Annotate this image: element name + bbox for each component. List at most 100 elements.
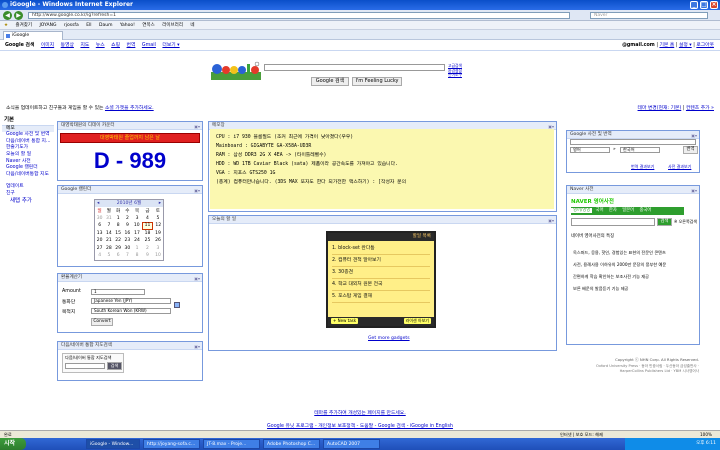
day-cell[interactable]: 3 — [132, 215, 142, 223]
day-cell[interactable]: 9 — [123, 222, 132, 230]
day-cell[interactable]: 2 — [123, 215, 132, 223]
to-currency-select[interactable]: South Korean Won (KRW) — [91, 308, 171, 314]
day-cell[interactable]: 29 — [114, 245, 123, 253]
day-cell[interactable]: 16 — [123, 230, 132, 238]
feeling-lucky-button[interactable]: I'm Feeling Lucky — [352, 77, 402, 86]
currency-title[interactable]: 환율계산기 — [61, 275, 82, 280]
map-search-input[interactable] — [65, 363, 105, 369]
back-icon[interactable]: ◀ — [3, 11, 12, 20]
tab-igoogle[interactable]: iGoogle — [3, 31, 63, 40]
close-button[interactable]: × — [710, 1, 718, 9]
convert-button[interactable]: Convert — [91, 318, 113, 326]
day-cell[interactable]: 8 — [132, 252, 142, 260]
new-tab-link[interactable]: 새탭 추가 — [2, 198, 54, 205]
day-cell[interactable]: 2 — [142, 245, 153, 253]
taskbar-item[interactable]: JT-8.max - Proje... — [203, 439, 260, 449]
map-search-title[interactable]: 다음/네이버 통합 지도검색 — [61, 343, 112, 348]
logout-link[interactable]: 로그아웃 — [696, 43, 714, 48]
footer-links[interactable]: Google 유닛 프로그램 - 개인정보 보호정책 - 도움말 - Googl… — [0, 422, 720, 429]
amount-input[interactable]: 1 — [91, 289, 145, 295]
fav-link[interactable]: Ell — [86, 23, 91, 28]
todo-item[interactable]: 4. 학교 대외처 원본 전국 — [332, 279, 430, 291]
naver-search-input[interactable] — [571, 218, 655, 226]
sidebar-item[interactable]: 업데이트 — [2, 184, 54, 191]
day-cell[interactable]: 10 — [132, 222, 142, 230]
theme-promo-link[interactable]: 테마를 추가하여 개성있는 페이지를 만드세요. — [0, 409, 720, 416]
day-cell[interactable]: 18 — [142, 230, 153, 238]
gadget-menu-icon[interactable]: ▣▾ — [194, 123, 200, 131]
news-item[interactable]: 보른 배운의 발음듣기 기능 제공 — [573, 283, 697, 295]
todo-item[interactable]: 5. 포스탑 게임 결재 — [332, 291, 430, 303]
day-cell[interactable]: 4 — [142, 215, 153, 223]
day-cell[interactable]: 25 — [142, 237, 153, 245]
taskbar-item[interactable]: Adobe Photoshop C... — [263, 439, 320, 449]
day-cell[interactable]: 12 — [153, 222, 163, 230]
home-link[interactable]: 기본 홈 — [659, 43, 674, 48]
day-cell[interactable]: 5 — [104, 252, 113, 260]
day-cell[interactable]: 3 — [153, 245, 163, 253]
fav-link[interactable]: Daum — [99, 23, 112, 28]
google-logo-doodle[interactable] — [211, 60, 261, 80]
sidebar-item[interactable]: 한줄기도가 — [2, 145, 54, 152]
day-cell[interactable]: 17 — [132, 230, 142, 238]
day-cell[interactable]: 1 — [114, 215, 123, 223]
dict-from-select[interactable]: 영어 — [570, 147, 610, 153]
day-cell[interactable]: 6 — [95, 222, 104, 230]
memo-body[interactable]: CPU : i7 930 블룸필드 (조커 최근에 가격이 낮아졌다(우우) M… — [210, 129, 554, 209]
add-content-link[interactable]: 컨텐츠 추가 » — [686, 106, 714, 111]
memo-title[interactable]: 메모장 — [212, 123, 225, 128]
day-cell[interactable]: 19 — [153, 230, 163, 238]
map-search-button[interactable]: 검색 — [107, 362, 122, 370]
day-cell[interactable]: 21 — [104, 237, 113, 245]
naver-title[interactable]: Naver 사전 — [570, 187, 594, 192]
clock[interactable]: 오후 6:11 — [696, 438, 716, 450]
address-bar[interactable]: http://www.google.co.kr/ig?refresh=1 — [28, 12, 570, 19]
prev-month-icon[interactable]: ◂ — [95, 200, 99, 207]
gbar-link[interactable]: 지도 — [80, 43, 89, 48]
day-cell[interactable]: 5 — [153, 215, 163, 223]
day-cell[interactable]: 28 — [104, 245, 113, 253]
naver-tab[interactable]: 국어 — [594, 208, 606, 213]
gadget-menu-icon[interactable]: ▣▾ — [194, 343, 200, 351]
gbar-link[interactable]: 동영상 — [61, 43, 74, 48]
get-more-gadgets-link[interactable]: Get more gadgets — [368, 336, 410, 341]
fav-link[interactable]: JOYANG — [39, 23, 56, 28]
google-search-button[interactable]: Google 검색 — [311, 77, 349, 86]
naver-tab[interactable]: 중국어 — [637, 208, 653, 213]
dictionary-results-link[interactable]: 사전 결과보기 — [668, 164, 691, 170]
dict-input[interactable] — [570, 139, 696, 145]
change-theme-link[interactable]: 테마 변경(현재: 기본) — [638, 106, 682, 111]
fav-link[interactable]: Yahoo! — [120, 23, 135, 28]
naver-search-button[interactable]: 검색 — [657, 218, 672, 226]
fav-link[interactable]: 라이브러리 — [162, 23, 183, 28]
minimize-button[interactable]: _ — [690, 1, 698, 9]
next-month-icon[interactable]: ▸ — [159, 200, 163, 207]
fav-link[interactable]: rjossfa — [64, 23, 79, 28]
day-cell[interactable]: 30 — [123, 245, 132, 253]
news-item[interactable]: 사전, 용례사용 이하유의 2000만 문장의 풍부한 예문 — [573, 259, 697, 271]
browser-search-input[interactable]: Naver — [590, 12, 708, 19]
todo-gadget-title[interactable]: 오늘의 할 일 — [212, 217, 236, 222]
day-cell[interactable]: 27 — [95, 245, 104, 253]
gadget-menu-icon[interactable]: ▣▾ — [194, 187, 200, 195]
maximize-button[interactable]: □ — [700, 1, 708, 9]
day-cell[interactable]: 10 — [153, 252, 163, 260]
google-search-input[interactable] — [264, 64, 445, 71]
sidebar-item[interactable]: Google 사전 및 번역 — [2, 132, 54, 139]
language-tools-link[interactable]: 언어도구 — [448, 72, 462, 78]
news-item[interactable]: 옥스퍼드, 응용, 핫인, 경험있는 표현의 전문인 콘텐츠 — [573, 247, 697, 259]
taskbar-item[interactable]: http://joyang-sofa.c... — [143, 439, 200, 449]
forward-icon[interactable]: ▶ — [14, 11, 23, 20]
dict-to-select[interactable]: 한국어 — [620, 147, 660, 153]
gbar-link[interactable]: 더보기 ▾ — [162, 43, 179, 48]
gadget-menu-icon[interactable]: ▣▾ — [548, 217, 554, 225]
naver-tab[interactable]: 일본어 — [620, 208, 636, 213]
day-cell[interactable]: 31 — [104, 215, 113, 223]
gbar-link[interactable]: 이미지 — [41, 43, 54, 48]
day-cell[interactable]: 9 — [142, 252, 153, 260]
day-cell[interactable]: 1 — [132, 245, 142, 253]
day-cell[interactable]: 20 — [95, 237, 104, 245]
gadget-menu-icon[interactable]: ▣▾ — [691, 187, 697, 195]
todo-item[interactable]: 3. 30층견 — [332, 267, 430, 279]
day-cell[interactable]: 15 — [114, 230, 123, 238]
